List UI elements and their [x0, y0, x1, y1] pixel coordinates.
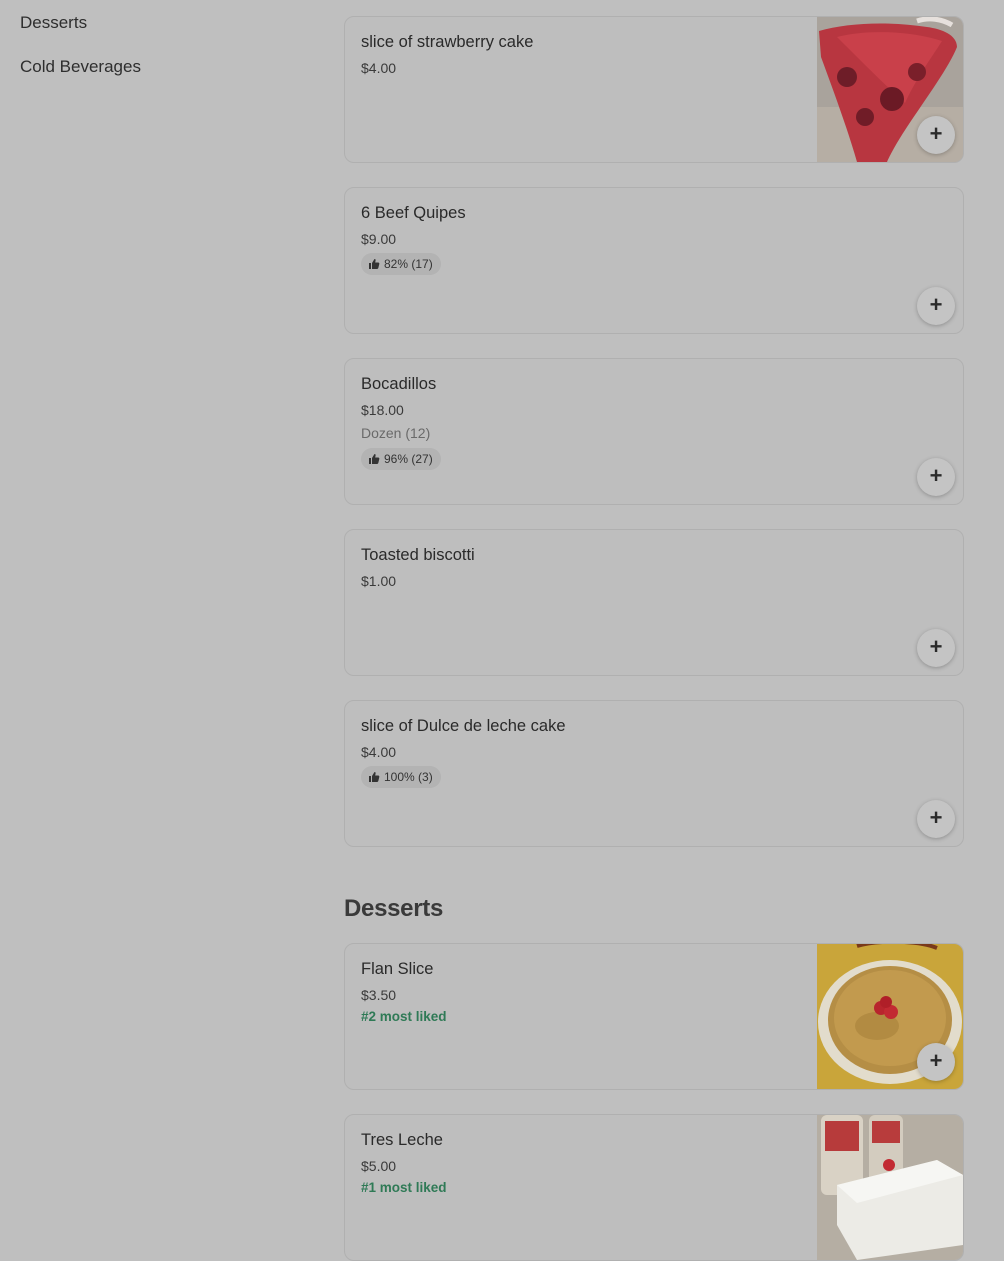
item-price: $4.00 — [361, 744, 397, 760]
plus-icon: + — [929, 121, 943, 146]
add-to-cart-button[interactable]: + — [917, 1043, 955, 1081]
plus-icon: + — [929, 805, 943, 830]
plus-icon: + — [929, 292, 943, 317]
item-price: $4.00 — [361, 60, 397, 76]
thumbs-up-icon — [369, 454, 380, 464]
item-title: Tres Leche — [361, 1131, 443, 1149]
item-price: $5.00 — [361, 1158, 397, 1174]
menu-item-card[interactable]: Bocadillos $18.00 Dozen (12) 96% (27) + — [344, 358, 964, 505]
item-title: Bocadillos — [361, 375, 437, 393]
menu-item-card[interactable]: slice of strawberry cake $4.00 + — [344, 16, 964, 163]
item-title: 6 Beef Quipes — [361, 204, 466, 222]
plus-icon: + — [929, 463, 943, 488]
item-price: $18.00 — [361, 402, 404, 418]
add-to-cart-button[interactable]: + — [917, 800, 955, 838]
menu-item-card[interactable]: slice of Dulce de leche cake $4.00 100% … — [344, 700, 964, 847]
menu-item-card[interactable]: Toasted biscotti $1.00 + — [344, 529, 964, 676]
most-liked-badge: #1 most liked — [361, 1180, 447, 1195]
sidebar-item-cold-beverages[interactable]: Cold Beverages — [20, 57, 141, 77]
menu-item-card[interactable]: Tres Leche $5.00 #1 most liked — [344, 1114, 964, 1261]
rating-badge: 96% (27) — [361, 448, 441, 470]
item-title: Flan Slice — [361, 960, 434, 978]
thumbs-up-icon — [369, 259, 380, 269]
item-price: $9.00 — [361, 231, 397, 247]
add-to-cart-button[interactable]: + — [917, 287, 955, 325]
item-price: $3.50 — [361, 987, 397, 1003]
item-title: slice of Dulce de leche cake — [361, 717, 566, 735]
item-description: Dozen (12) — [361, 425, 431, 441]
most-liked-badge: #2 most liked — [361, 1009, 447, 1024]
section-heading-desserts: Desserts — [344, 895, 444, 922]
add-to-cart-button[interactable]: + — [917, 458, 955, 496]
rating-text: 100% (3) — [384, 770, 433, 784]
menu-item-card[interactable]: 6 Beef Quipes $9.00 82% (17) + — [344, 187, 964, 334]
tres-leche-photo — [817, 1115, 963, 1260]
rating-text: 82% (17) — [384, 257, 433, 271]
rating-text: 96% (27) — [384, 452, 433, 466]
sidebar-item-desserts[interactable]: Desserts — [20, 13, 87, 33]
item-title: slice of strawberry cake — [361, 33, 534, 51]
plus-icon: + — [929, 1048, 943, 1073]
menu-item-card[interactable]: Flan Slice $3.50 #2 most liked + — [344, 943, 964, 1090]
rating-badge: 100% (3) — [361, 766, 441, 788]
rating-badge: 82% (17) — [361, 253, 441, 275]
item-price: $1.00 — [361, 573, 397, 589]
thumbs-up-icon — [369, 772, 380, 782]
item-title: Toasted biscotti — [361, 546, 475, 564]
add-to-cart-button[interactable]: + — [917, 629, 955, 667]
plus-icon: + — [929, 634, 943, 659]
add-to-cart-button[interactable]: + — [917, 116, 955, 154]
